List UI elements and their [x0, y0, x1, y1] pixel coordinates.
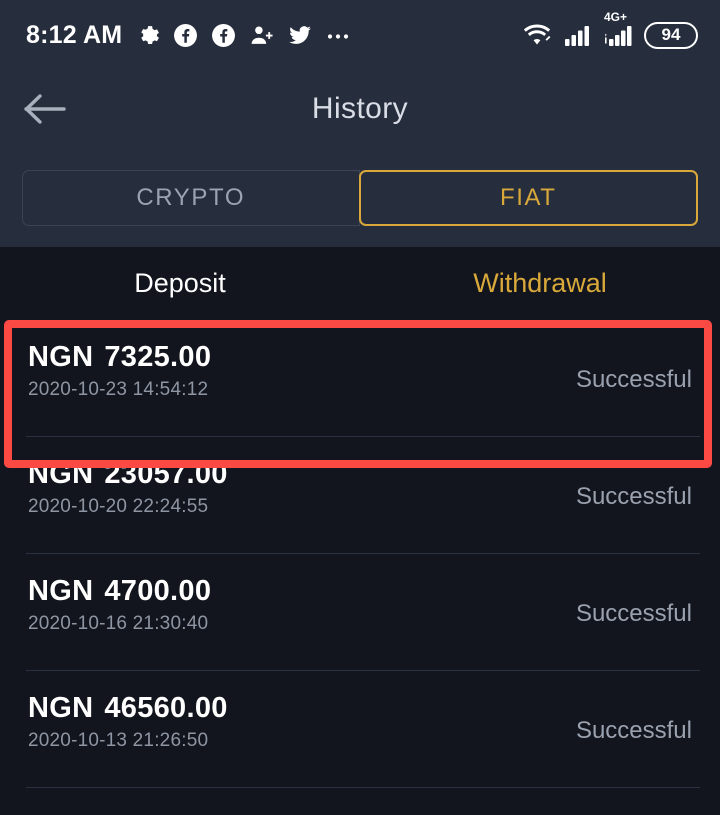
clock: 8:12 AM	[26, 20, 123, 49]
facebook-icon	[173, 23, 198, 48]
back-arrow-icon	[24, 94, 66, 124]
status-badge: Successful	[575, 483, 692, 510]
table-row[interactable]: NGN 23057.00 2020-10-20 22:24:55 Successf…	[0, 437, 720, 554]
facebook-icon	[211, 23, 236, 48]
currency-code: NGN	[28, 692, 94, 724]
battery-level: 94	[661, 25, 681, 44]
row-divider	[26, 787, 700, 788]
transaction-type-tabs: Deposit Withdrawal	[0, 247, 720, 320]
amount-value: 7325.00	[104, 341, 212, 373]
tab-withdrawal[interactable]: Withdrawal	[360, 268, 720, 299]
app-header: History	[0, 70, 720, 148]
segmented-control: CRYPTO FIAT	[22, 169, 698, 226]
table-row[interactable]: NGN 4700.00 2020-10-16 21:30:40 Successfu…	[0, 554, 720, 671]
person-add-icon	[249, 23, 274, 48]
back-button[interactable]	[18, 85, 74, 133]
currency-code: NGN	[28, 341, 94, 373]
page-title: History	[311, 92, 409, 125]
amount-value: 23057.00	[104, 458, 228, 490]
status-badge: Successful	[575, 366, 692, 393]
transaction-list[interactable]: NGN 7325.00 2020-10-23 14:54:12 Successfu…	[0, 320, 720, 815]
signal-icon	[564, 23, 592, 47]
amount-value: 4700.00	[104, 575, 212, 607]
status-badge: Successful	[575, 717, 692, 744]
status-bar-left: 8:12 AM	[26, 21, 352, 50]
status-badge: Successful	[575, 600, 692, 627]
network-type-label: 4G+	[604, 10, 628, 24]
tab-crypto[interactable]: CRYPTO	[22, 169, 360, 226]
wifi-icon	[521, 22, 553, 48]
app-screen: 8:12 AM 4G+ 94 History CRYPTO FIAT Depos…	[0, 0, 720, 815]
battery-indicator: 94	[644, 21, 698, 49]
gear-icon	[135, 23, 160, 48]
status-bar: 8:12 AM 4G+ 94	[0, 0, 720, 70]
table-row[interactable]: NGN 46560.00 2020-10-13 21:26:50 Successf…	[0, 671, 720, 788]
status-bar-right: 4G+ 94	[521, 11, 698, 49]
asset-type-toggle: CRYPTO FIAT	[0, 148, 720, 247]
more-icon	[326, 30, 352, 40]
twitter-icon	[287, 22, 313, 48]
currency-code: NGN	[28, 458, 94, 490]
mobile-data-icon: 4G+	[603, 11, 633, 47]
tab-deposit[interactable]: Deposit	[0, 268, 360, 299]
amount-value: 46560.00	[104, 692, 228, 724]
tab-fiat[interactable]: FIAT	[358, 169, 698, 226]
table-row[interactable]: NGN 7325.00 2020-10-23 14:54:12 Successfu…	[0, 320, 720, 437]
currency-code: NGN	[28, 575, 94, 607]
